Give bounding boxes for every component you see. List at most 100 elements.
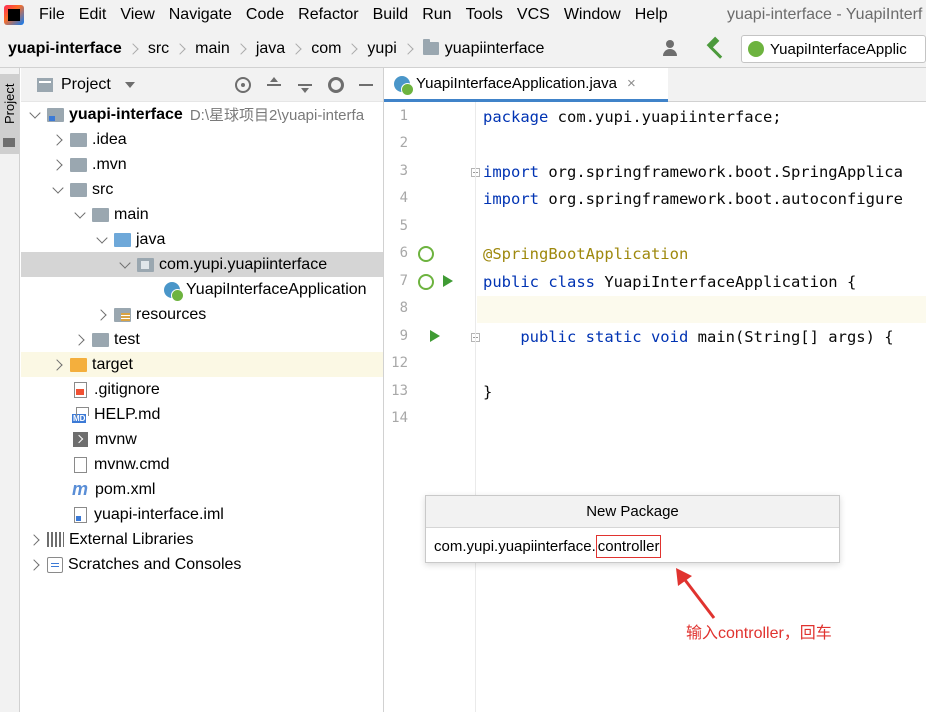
tree-node-application-class[interactable]: YuapiInterfaceApplication xyxy=(21,277,383,302)
project-panel-title[interactable]: Project xyxy=(61,76,111,94)
tree-node-external-libraries[interactable]: External Libraries xyxy=(21,527,383,552)
line-number: 4 xyxy=(399,190,408,206)
project-tool-tab[interactable]: Project xyxy=(0,74,19,154)
tree-node-path: D:\星球项目2\yuapi-interfa xyxy=(189,107,365,124)
menu-refactor[interactable]: Refactor xyxy=(291,0,365,30)
expanded-arrow-icon[interactable] xyxy=(27,107,43,123)
menu-build[interactable]: Build xyxy=(366,0,416,30)
menu-edit[interactable]: Edit xyxy=(72,0,114,30)
tree-node-idea[interactable]: .idea xyxy=(21,127,383,152)
tree-node-label: test xyxy=(114,330,140,348)
tree-node-project-root[interactable]: yuapi-interface D:\星球项目2\yuapi-interfa xyxy=(21,102,383,127)
breadcrumb-src[interactable]: src xyxy=(148,40,169,58)
expanded-arrow-icon[interactable] xyxy=(50,182,66,198)
tree-node-test[interactable]: test xyxy=(21,327,383,352)
intellij-logo-icon xyxy=(4,5,24,25)
breadcrumb-java[interactable]: java xyxy=(256,40,285,58)
project-tool-tab-label: Project xyxy=(2,83,17,124)
menu-help[interactable]: Help xyxy=(628,0,675,30)
code-text: YuapiInterfaceApplication { xyxy=(594,273,857,291)
excluded-folder-icon xyxy=(70,357,87,372)
menu-code[interactable]: Code xyxy=(239,0,291,30)
tree-node-package-selected[interactable]: com.yupi.yuapiinterface xyxy=(21,252,383,277)
expand-all-icon[interactable] xyxy=(266,77,282,93)
tree-node-label: src xyxy=(92,180,114,198)
tree-node-resources[interactable]: resources xyxy=(21,302,383,327)
collapsed-arrow-icon[interactable] xyxy=(50,132,66,148)
tree-node-src[interactable]: src xyxy=(21,177,383,202)
new-package-dialog: New Package com.yupi.yuapiinterface. cont… xyxy=(425,495,840,563)
markdown-file-icon xyxy=(72,406,89,423)
tree-node-label: .mvn xyxy=(92,155,127,173)
line-number: 2 xyxy=(399,135,408,151)
line-number: 3 xyxy=(399,163,408,179)
user-icon[interactable] xyxy=(663,39,685,59)
expanded-arrow-icon[interactable] xyxy=(94,232,110,248)
spring-bean-gutter-icon[interactable] xyxy=(418,246,434,262)
tree-node-mvnw-cmd[interactable]: mvnw.cmd xyxy=(21,452,383,477)
tree-node-iml[interactable]: yuapi-interface.iml xyxy=(21,502,383,527)
select-opened-file-icon[interactable] xyxy=(235,77,251,93)
collapsed-arrow-icon[interactable] xyxy=(94,307,110,323)
menu-run[interactable]: Run xyxy=(415,0,458,30)
menu-window[interactable]: Window xyxy=(557,0,628,30)
breadcrumb-yupi[interactable]: yupi xyxy=(367,40,396,58)
tree-node-label: Scratches and Consoles xyxy=(68,555,242,573)
breadcrumb-main[interactable]: main xyxy=(195,40,230,58)
tree-node-main[interactable]: main xyxy=(21,202,383,227)
collapsed-arrow-icon[interactable] xyxy=(50,357,66,373)
breadcrumb-yuapiinterface[interactable]: yuapiinterface xyxy=(445,40,545,58)
code-line: public class YuapiInterfaceApplication { xyxy=(477,269,926,296)
tree-node-help-md[interactable]: HELP.md xyxy=(21,402,383,427)
line-number: 7 xyxy=(399,273,408,289)
tree-node-pom-xml[interactable]: m pom.xml xyxy=(21,477,383,502)
run-configuration-selector[interactable]: YuapiInterfaceApplic xyxy=(741,35,926,63)
line-number: 6 xyxy=(399,245,408,261)
menu-file[interactable]: File xyxy=(32,0,72,30)
code-line: import org.springframework.boot.SpringAp… xyxy=(477,159,926,186)
tree-node-scratches[interactable]: Scratches and Consoles xyxy=(21,552,383,577)
menu-view[interactable]: View xyxy=(113,0,161,30)
menu-vcs[interactable]: VCS xyxy=(510,0,557,30)
tab-application-java[interactable]: YuapiInterfaceApplication.java × xyxy=(384,68,668,102)
tree-node-label: YuapiInterfaceApplication xyxy=(186,280,367,298)
collapsed-arrow-icon[interactable] xyxy=(27,532,43,548)
menu-tools[interactable]: Tools xyxy=(459,0,510,30)
spring-boot-icon xyxy=(748,41,764,57)
tree-node-java[interactable]: java xyxy=(21,227,383,252)
collapsed-arrow-icon[interactable] xyxy=(50,157,66,173)
breadcrumb-com[interactable]: com xyxy=(311,40,341,58)
run-gutter-icon[interactable] xyxy=(430,330,440,342)
menu-navigate[interactable]: Navigate xyxy=(162,0,239,30)
line-number: 12 xyxy=(391,355,408,371)
package-folder-icon xyxy=(422,39,439,55)
package-name-input[interactable]: com.yupi.yuapiinterface. controller xyxy=(434,532,662,560)
expanded-arrow-icon[interactable] xyxy=(72,207,88,223)
breadcrumb-separator-icon xyxy=(290,42,302,55)
tree-node-target[interactable]: target xyxy=(21,352,383,377)
collapsed-arrow-icon[interactable] xyxy=(27,557,43,573)
breadcrumb-project[interactable]: yuapi-interface xyxy=(8,40,122,58)
tree-node-label: .gitignore xyxy=(94,380,160,398)
breadcrumb-separator-icon xyxy=(174,42,186,55)
run-gutter-icon[interactable] xyxy=(443,275,453,287)
chevron-down-icon[interactable] xyxy=(124,81,135,88)
gutter-separator xyxy=(475,102,476,712)
tree-node-gitignore[interactable]: .gitignore xyxy=(21,377,383,402)
gear-icon[interactable] xyxy=(328,77,344,93)
tree-node-label: External Libraries xyxy=(69,530,194,548)
tree-node-mvn[interactable]: .mvn xyxy=(21,152,383,177)
expanded-arrow-icon[interactable] xyxy=(117,257,133,273)
tree-node-mvnw[interactable]: mvnw xyxy=(21,427,383,452)
project-view-icon xyxy=(37,77,53,92)
collapse-all-icon[interactable] xyxy=(297,77,313,93)
maven-icon: m xyxy=(72,478,89,499)
code-text: org.springframework.boot.autoconfigure xyxy=(539,190,903,208)
tree-node-label: yuapi-interface.iml xyxy=(94,505,224,523)
spring-bean-gutter-icon[interactable] xyxy=(418,274,434,290)
code-line: package com.yupi.yuapiinterface; xyxy=(477,104,926,131)
close-icon[interactable]: × xyxy=(627,75,636,92)
hide-panel-icon[interactable] xyxy=(359,84,373,86)
collapsed-arrow-icon[interactable] xyxy=(72,332,88,348)
build-hammer-icon[interactable] xyxy=(705,38,727,60)
